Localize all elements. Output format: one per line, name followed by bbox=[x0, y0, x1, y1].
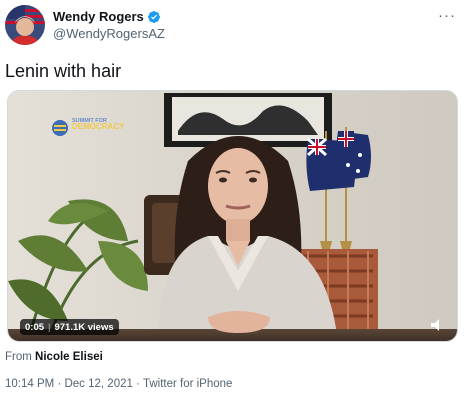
tweet-date[interactable]: Dec 12, 2021 bbox=[64, 378, 132, 390]
author-avatar[interactable] bbox=[5, 5, 45, 45]
author-name-row: Wendy Rogers bbox=[53, 8, 165, 25]
video-elapsed-time: 0:05 bbox=[25, 321, 45, 333]
avatar-image bbox=[5, 5, 45, 45]
tweet-time[interactable]: 10:14 PM bbox=[5, 378, 54, 390]
author-display-name[interactable]: Wendy Rogers bbox=[53, 9, 144, 24]
tweet-card: Wendy Rogers @WendyRogersAZ ··· Lenin wi… bbox=[0, 0, 471, 402]
author-handle[interactable]: @WendyRogersAZ bbox=[53, 26, 165, 41]
attribution-prefix: From bbox=[5, 351, 32, 363]
meta-separator: · bbox=[57, 378, 62, 390]
tweet-client[interactable]: Twitter for iPhone bbox=[143, 378, 232, 390]
volume-icon[interactable] bbox=[429, 317, 449, 333]
video-stats-divider: | bbox=[48, 321, 51, 333]
video-watermark: SUMMIT FOR DEMOCRACY bbox=[72, 118, 125, 131]
video-view-count: 971.1K views bbox=[54, 321, 114, 333]
meta-separator: · bbox=[136, 378, 140, 390]
author-info: Wendy Rogers @WendyRogersAZ bbox=[53, 8, 165, 41]
video-stats-badge: 0:05 | 971.1K views bbox=[20, 319, 119, 335]
verified-badge-icon bbox=[147, 10, 160, 23]
tweet-metadata: 10:14 PM · Dec 12, 2021 · Twitter for iP… bbox=[5, 378, 232, 390]
tweet-text: Lenin with hair bbox=[5, 61, 122, 81]
video-player[interactable]: SUMMIT FOR DEMOCRACY 0:05 | 971.1K views bbox=[7, 90, 458, 342]
video-attribution: From Nicole Elisei bbox=[5, 351, 103, 363]
watermark-line2: DEMOCRACY bbox=[72, 122, 125, 131]
attribution-source-link[interactable]: Nicole Elisei bbox=[35, 351, 103, 363]
more-options-icon[interactable]: ··· bbox=[435, 6, 459, 24]
